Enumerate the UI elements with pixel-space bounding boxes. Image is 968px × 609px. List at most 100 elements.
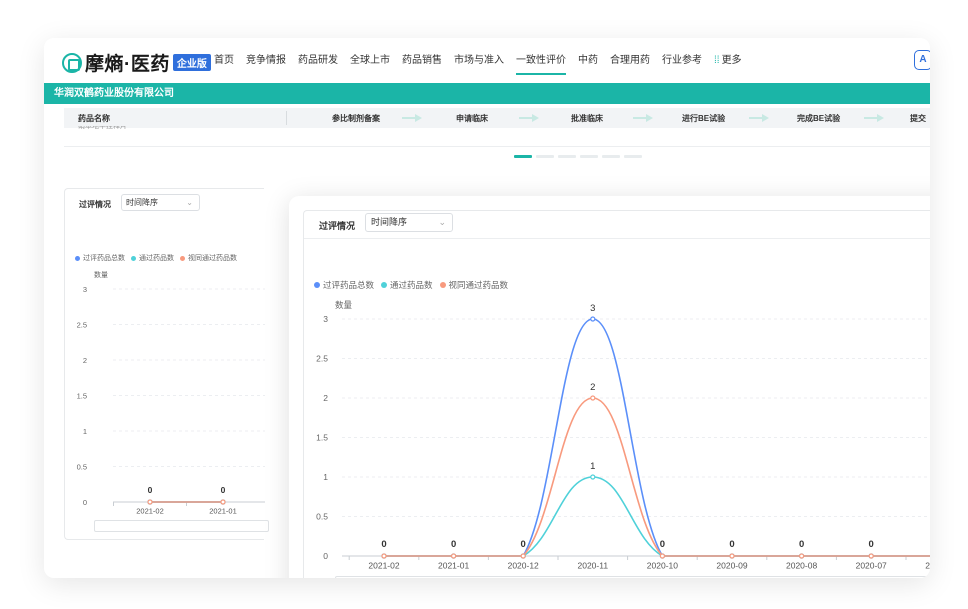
evaluation-panel-background: 过评情况 时间降序 ⌄ 过评药品总数 通过药品数 视同通过药品数 数量 0 0.5… (64, 188, 269, 540)
brand-edition-badge: 企业版 (172, 54, 211, 71)
data-point (590, 316, 596, 322)
y-tick-label: 2.5 (316, 354, 328, 364)
data-label: 0 (799, 539, 804, 550)
back-line-chart: 0 0.5 1 1.5 2 2.5 3 2021-02 2021-01 0 0 (77, 285, 265, 516)
y-tick-label: 2 (323, 393, 328, 403)
data-point (868, 553, 874, 559)
x-tick-label: 2021-02 (368, 561, 399, 571)
y-tick-label: 1 (323, 472, 328, 482)
app-window: 摩熵·医药 企业版 首页 竞争情报 药品研发 全球上市 药品销售 市场与准入 一… (44, 38, 930, 578)
x-tick-label: 2020-08 (786, 561, 817, 571)
step-submit: 提交 (910, 113, 926, 123)
assistant-button[interactable]: A (914, 50, 930, 70)
step-arrow-icon (749, 114, 769, 122)
x-tick-label: 2020-12 (508, 561, 539, 571)
x-tick-label: 2020-09 (716, 561, 747, 571)
x-tick-label: 2021-02 (136, 507, 164, 516)
step-apply-clinical: 申请临床 (456, 113, 488, 123)
evaluation-chart-card: 过评情况 时间降序 ⌄ 过评药品总数 通过药品数 视同通过药品数 数量 0 0.5… (303, 210, 930, 578)
y-tick-label: 0 (323, 551, 328, 561)
data-point (590, 395, 596, 401)
nav-item-competitive-intel[interactable]: 竞争情报 (246, 38, 286, 83)
data-label: 0 (221, 485, 226, 495)
data-point (381, 553, 387, 559)
y-tick-label: 0.5 (316, 512, 328, 522)
y-tick-label: 0 (83, 498, 87, 507)
carousel-dot[interactable] (602, 155, 620, 158)
nav-item-market-access[interactable]: 市场与准入 (454, 38, 504, 83)
brand-name: 摩熵·医药 (85, 54, 170, 75)
carousel-dot[interactable] (558, 155, 576, 158)
y-tick-label: 3 (323, 314, 328, 324)
data-point (799, 553, 805, 559)
column-divider (286, 111, 287, 125)
y-tick-label: 2 (83, 356, 87, 365)
nav-item-rational-use[interactable]: 合理用药 (610, 38, 650, 83)
step-arrow-icon (864, 114, 884, 122)
top-navigation: 摩熵·医药 企业版 首页 竞争情报 药品研发 全球上市 药品销售 市场与准入 一… (44, 38, 930, 83)
carousel-dot[interactable] (536, 155, 554, 158)
nav-more-label: 更多 (721, 55, 742, 66)
x-tick-label: 2021-01 (209, 507, 237, 516)
step-arrow-icon (402, 114, 422, 122)
data-label: 3 (590, 303, 595, 314)
y-tick-label: 2.5 (77, 321, 87, 330)
data-label: 0 (660, 539, 665, 550)
front-line-chart: 0 0.5 1 1.5 2 2.5 3 2021-02 2021-01 2020-12 2020-1… (316, 303, 930, 571)
nav-item-industry-reference[interactable]: 行业参考 (662, 38, 702, 83)
data-point (659, 553, 665, 559)
y-tick-label: 3 (83, 285, 87, 294)
progress-header-row: 药品名称 参比制剂备案 申请临床 批准临床 进行BE试验 完成BE试验 提交 (64, 108, 930, 128)
brand-logo[interactable]: 摩熵·医药 企业版 (62, 49, 211, 76)
data-label: 0 (521, 539, 526, 550)
nav-item-consistency-evaluation[interactable]: 一致性评价 (516, 38, 566, 83)
nav-item-drug-sales[interactable]: 药品销售 (402, 38, 442, 83)
nav-item-global-launch[interactable]: 全球上市 (350, 38, 390, 83)
data-label: 0 (148, 485, 153, 495)
data-point (147, 499, 153, 505)
chart-zoom-slider[interactable] (94, 520, 269, 532)
nav-item-more[interactable]: ⁞⁞ 更多 (714, 38, 742, 83)
data-label: 1 (590, 461, 595, 472)
y-tick-label: 1.5 (316, 433, 328, 443)
x-tick-label: 2020-11 (578, 561, 609, 571)
drug-row-cut-text: 硝苯地平控释片 (78, 126, 127, 130)
evaluation-panel-popup: 过评情况 时间降序 ⌄ 过评药品总数 通过药品数 视同通过药品数 数量 0 0.5… (289, 196, 930, 578)
y-tick-label: 1.5 (77, 392, 87, 401)
carousel-dot[interactable] (514, 155, 532, 158)
data-point (520, 553, 526, 559)
x-tick-label: 2020-10 (647, 561, 678, 571)
data-label: 0 (869, 539, 874, 550)
data-label: 0 (451, 539, 456, 550)
section-divider (64, 146, 930, 147)
nav-item-tcm[interactable]: 中药 (578, 38, 598, 83)
nav-menu: 首页 竞争情报 药品研发 全球上市 药品销售 市场与准入 一致性评价 中药 合理… (214, 38, 754, 83)
chart-zoom-slider[interactable] (335, 576, 930, 578)
step-arrow-icon (519, 114, 539, 122)
data-label: 0 (729, 539, 734, 550)
step-approve-clinical: 批准临床 (571, 113, 603, 123)
nav-item-drug-rd[interactable]: 药品研发 (298, 38, 338, 83)
y-tick-label: 1 (83, 427, 87, 436)
step-be-trial-ongoing: 进行BE试验 (682, 113, 726, 123)
data-point (220, 499, 226, 505)
data-label: 2 (590, 382, 595, 393)
grid-dots-icon: ⁞⁞ (714, 55, 720, 66)
carousel-indicator (514, 155, 646, 158)
y-tick-label: 0.5 (77, 463, 87, 472)
data-label: 0 (381, 539, 386, 550)
company-title-bar: 华润双鹤药业股份有限公司 (44, 83, 930, 104)
x-tick-label: 2021-01 (438, 561, 469, 571)
x-tick-label: 2020-06 (925, 561, 930, 571)
carousel-dot[interactable] (624, 155, 642, 158)
brand-logo-icon (62, 52, 82, 73)
carousel-dot[interactable] (580, 155, 598, 158)
data-point (590, 474, 596, 480)
data-point (451, 553, 457, 559)
nav-item-home[interactable]: 首页 (214, 38, 234, 83)
step-arrow-icon (633, 114, 653, 122)
data-point (729, 553, 735, 559)
x-tick-label: 2020-07 (856, 561, 887, 571)
step-be-trial-done: 完成BE试验 (797, 113, 841, 123)
step-reference-filing: 参比制剂备案 (332, 113, 380, 123)
